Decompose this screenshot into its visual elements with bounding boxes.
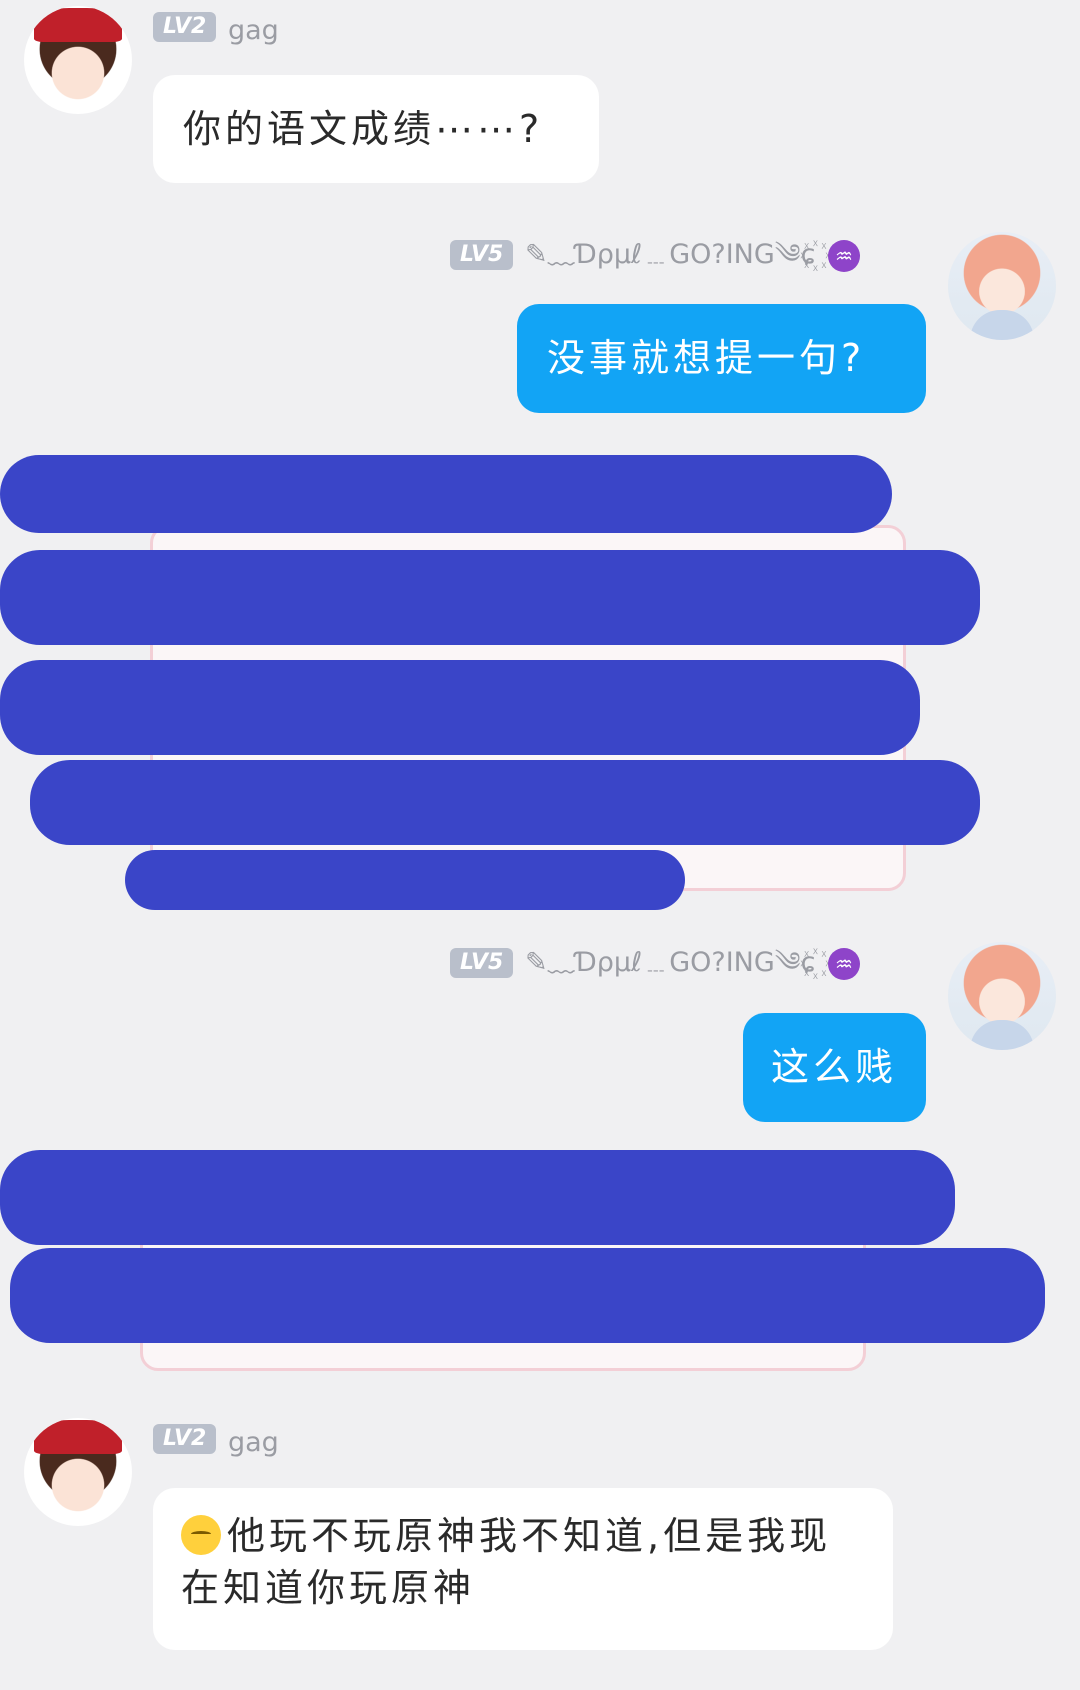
aquarius-icon: ♒ [828,239,861,272]
message-bubble[interactable]: 他玩不玩原神我不知道,但是我现在知道你玩原神 [153,1488,893,1650]
sender-name: gag [228,15,279,46]
sender-name-row: ✎﹏Ɗρμℓ﹍GO?ING༄ɕ꙰ ♒ [525,238,861,272]
aquarius-icon: ♒ [828,947,861,980]
sender-name: gag [228,1427,279,1458]
avatar[interactable] [948,232,1056,340]
redaction-stroke [0,660,920,755]
redaction-stroke [0,1150,955,1245]
sender-name: ✎﹏Ɗρμℓ﹍GO?ING༄ɕ꙰ [525,947,816,978]
redaction-stroke [0,455,892,533]
sender-name: ✎﹏Ɗρμℓ﹍GO?ING༄ɕ꙰ [525,239,816,270]
level-badge: LV5 [450,948,514,978]
message-text: 没事就想提一句? [547,336,866,380]
redaction-stroke [30,760,980,845]
avatar[interactable] [948,942,1056,1050]
level-badge: LV2 [153,1424,217,1454]
redaction-stroke [10,1248,1045,1343]
message-text: 他玩不玩原神我不知道,但是我现在知道你玩原神 [181,1514,832,1610]
avatar[interactable] [24,6,132,114]
message-bubble[interactable]: 你的语文成绩⋯⋯? [153,75,599,183]
redaction-stroke [0,550,980,645]
message-text: 你的语文成绩⋯⋯? [183,107,544,151]
avatar[interactable] [24,1418,132,1526]
pensive-emoji-icon [181,1515,221,1555]
level-badge: LV5 [450,240,514,270]
message-text: 这么贱 [771,1045,898,1089]
message-bubble[interactable]: 这么贱 [743,1013,926,1122]
sender-name-row: ✎﹏Ɗρμℓ﹍GO?ING༄ɕ꙰ ♒ [525,946,861,980]
message-bubble[interactable]: 没事就想提一句? [517,304,926,413]
redaction-stroke [125,850,685,910]
chat-screen: LV2 gag 你的语文成绩⋯⋯? LV5 ✎﹏Ɗρμℓ﹍GO?ING༄ɕ꙰ ♒… [0,0,1080,1690]
level-badge: LV2 [153,12,217,42]
